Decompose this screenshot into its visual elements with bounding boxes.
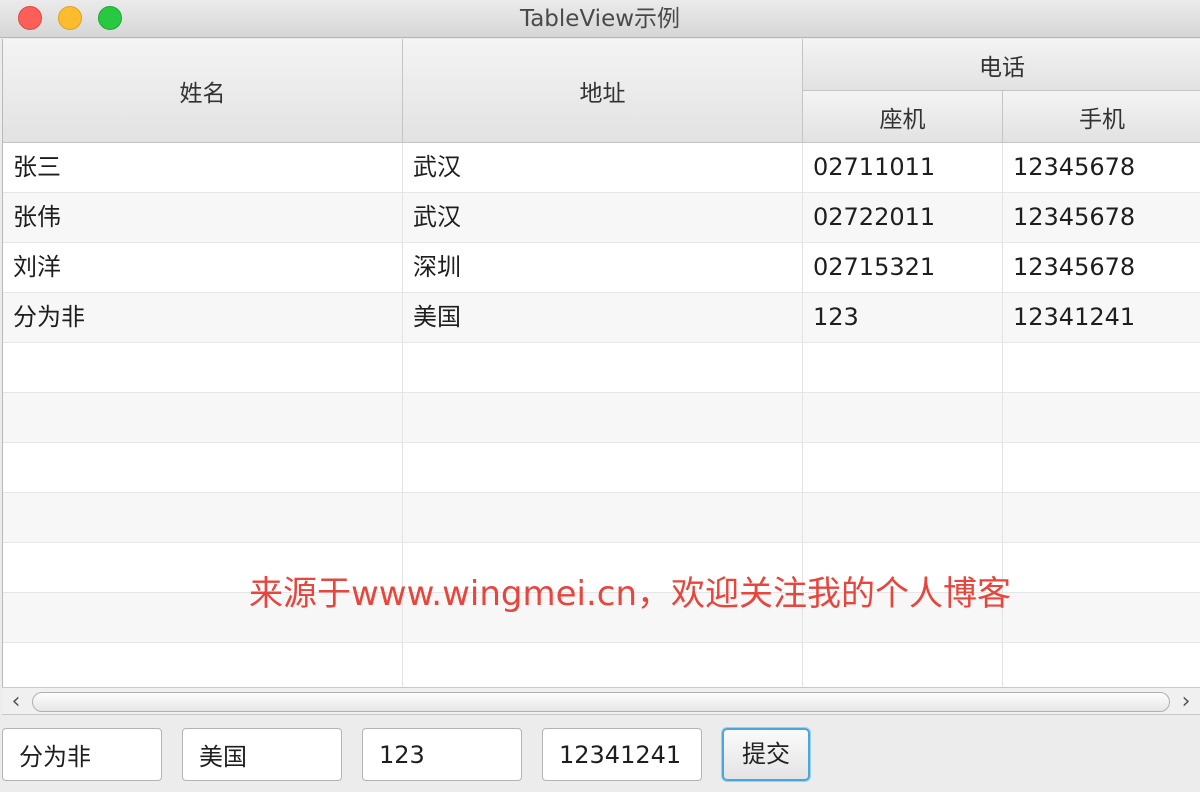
column-header-phone-label: 电话 [979,54,1025,81]
table-cell [1003,393,1200,442]
table-row[interactable] [3,443,1200,493]
table-cell: 02722011 [803,193,1003,242]
name-input[interactable] [2,728,162,781]
table-cell [3,443,403,492]
table-cell [803,393,1003,442]
table-cell: 武汉 [403,143,803,192]
table-cell: 刘洋 [3,243,403,292]
table-row[interactable] [3,393,1200,443]
title-bar: TableView示例 [0,0,1200,38]
table-cell [803,343,1003,392]
table-cell [3,393,403,442]
column-header-landline-label: 座机 [879,106,926,133]
table-cell: 张伟 [3,193,403,242]
table-cell [403,443,803,492]
window-title: TableView示例 [519,6,681,32]
column-header-mobile-label: 手机 [1079,106,1125,133]
column-header-mobile[interactable]: 手机 [1003,91,1200,143]
scroll-left-arrow-icon[interactable]: ‹ [2,688,30,716]
table-cell [1003,593,1200,642]
table-cell [803,643,1003,687]
table-cell [803,443,1003,492]
table-cell [1003,493,1200,542]
mobile-input[interactable] [542,728,702,781]
table-cell [3,543,403,592]
table-row[interactable]: 张伟 武汉 02722011 12345678 [3,193,1200,243]
table-row[interactable] [3,593,1200,643]
table-cell [3,643,403,687]
landline-input[interactable] [362,728,522,781]
table-cell [403,493,803,542]
table-row[interactable] [3,643,1200,687]
table-row[interactable] [3,343,1200,393]
table-cell: 12345678 [1013,153,1136,181]
table-view[interactable]: 姓名 地址 电话 座机 手机 张三 武汉 02711011 12345678 张伟 武汉 0… [2,39,1200,687]
table-cell [803,593,1003,642]
table-cell [3,593,403,642]
table-cell [403,343,803,392]
table-cell [1003,543,1200,592]
table-row[interactable]: 分为非 美国 123 12341241 [3,293,1200,343]
table-cell: 12341241 [1013,303,1136,331]
table-cell [803,493,1003,542]
table-cell [1003,643,1200,687]
table-cell: 美国 [403,293,803,342]
table-row[interactable] [3,493,1200,543]
column-header-landline[interactable]: 座机 [803,91,1003,143]
table-cell [3,343,403,392]
table-cell: 123 [803,293,1003,342]
submit-button[interactable]: 提交 [722,728,810,781]
column-header-name-label: 姓名 [179,80,226,107]
column-header-phone-group[interactable]: 电话 [803,39,1200,91]
horizontal-scrollbar[interactable]: ‹ › [2,687,1200,715]
table-cell [403,543,803,592]
table-cell [803,543,1003,592]
table-cell [1003,343,1200,392]
table-row[interactable] [3,543,1200,593]
column-header-address-label: 地址 [579,80,626,107]
table-cell [403,393,803,442]
table-row[interactable]: 刘洋 深圳 02715321 12345678 [3,243,1200,293]
table-cell [403,643,803,687]
address-input[interactable] [182,728,342,781]
table-cell: 02715321 [803,243,1003,292]
table-cell: 分为非 [3,293,403,342]
scrollbar-thumb[interactable] [32,692,1170,712]
table-cell: 武汉 [403,193,803,242]
table-row[interactable]: 张三 武汉 02711011 12345678 [3,143,1200,193]
table-cell: 12345678 [1013,203,1136,231]
scroll-right-arrow-icon[interactable]: › [1172,688,1200,716]
table-cell [3,493,403,542]
table-cell: 12345678 [1013,253,1136,281]
column-header-name[interactable]: 姓名 [3,39,403,143]
table-cell: 深圳 [403,243,803,292]
table-cell: 张三 [3,143,403,192]
table-cell [403,593,803,642]
table-cell: 02711011 [803,143,1003,192]
column-header-address[interactable]: 地址 [403,39,803,143]
table-cell [1003,443,1200,492]
